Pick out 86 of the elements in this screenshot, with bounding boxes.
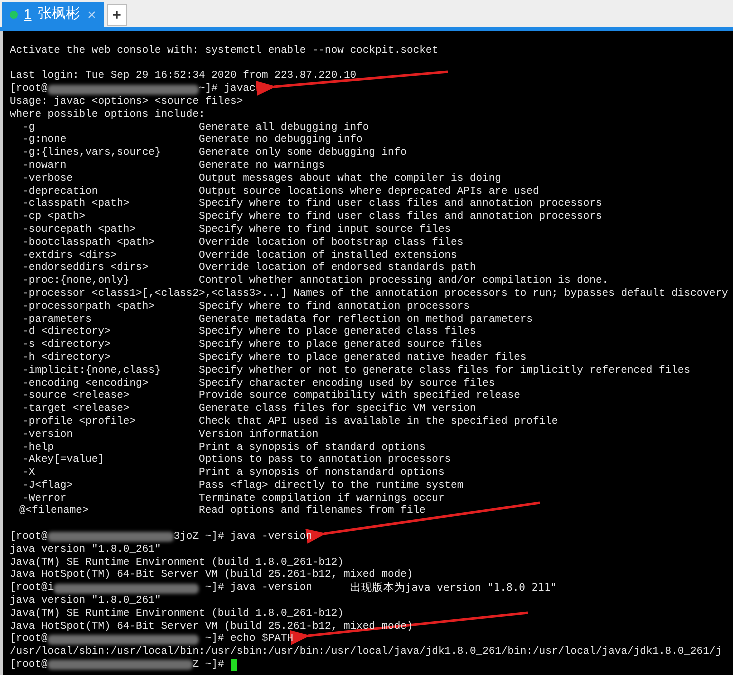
output-line: where possible options include: <box>10 108 206 122</box>
option-description: Generate metadata for reflection on method parameters <box>199 314 533 326</box>
option-description: Names of the annotation processors to run; bypasses default discovery <box>294 288 728 301</box>
option-name: -bootclasspath <path> <box>22 236 156 250</box>
session-tab[interactable]: 1 张枫彬 <box>2 2 104 27</box>
option-description: Read options and filenames from file <box>199 505 426 518</box>
option-description: Override location of endorsed standards path <box>199 262 476 275</box>
output-line: Java HotSpot(TM) 64-Bit Server VM (build 25.261-b12, mixed mode) <box>10 569 414 582</box>
option-description: Generate no debugging info <box>199 134 363 147</box>
option-description: Options to pass to annotation processors <box>199 454 452 467</box>
option-name: -encoding <encoding> <box>22 378 150 390</box>
output-line: Java(TM) SE Runtime Environment (build 1.8.0_261-b12) <box>10 556 344 569</box>
option-description: Specify whether or not to generate class files for implicitly referenced files <box>199 364 690 378</box>
option-description: Override location of installed extensions <box>199 250 458 262</box>
option-description: Print a synopsis of nonstandard options <box>199 467 445 480</box>
option-name: -parameters <box>22 314 93 326</box>
option-name: -nowarn <box>22 160 68 173</box>
prompt-user: [root@i <box>10 582 54 595</box>
option-description: Pass <flag> directly to the runtime system <box>199 480 464 493</box>
annotation-note: 出现版本为java version "1.8.0_211" <box>350 582 558 596</box>
option-description: Specify where to find annotation processors <box>199 300 470 314</box>
command-text: Z ~]# <box>192 659 226 672</box>
option-description: Generate class files for specific VM version <box>199 403 476 416</box>
option-name: -J<flag> <box>22 480 74 493</box>
option-name: @<filename> <box>19 505 90 518</box>
option-description: Specify where to place generated class files <box>199 326 476 339</box>
option-name: -X <box>22 467 36 480</box>
option-description: Control whether annotation processing and/or compilation is done. <box>199 275 609 288</box>
option-name: -target <release> <box>22 403 131 416</box>
output-line: Activate the web console with: systemctl enable --now cockpit.socket <box>10 44 438 58</box>
tab-label: 张枫彬 <box>38 5 80 24</box>
option-description: Provide source compatibility with specified release <box>199 390 520 403</box>
tab-number: 1 <box>24 5 32 24</box>
close-icon[interactable] <box>88 10 96 18</box>
option-description: Specify where to place generated native header files <box>199 352 527 365</box>
option-name: -classpath <path> <box>22 198 131 211</box>
output-line: /usr/local/sbin:/usr/local/bin:/usr/sbin:/usr/bin:/usr/local/java/jdk1.8.0_261/bin:/usr/local/java/jdk1.8.0_261/j <box>10 646 722 659</box>
option-description: Output messages about what the compiler is doing <box>199 172 502 186</box>
option-description: Generate only some debugging info <box>199 147 407 160</box>
option-name: -processorpath <path> <box>22 300 156 314</box>
option-name: -version <box>22 428 74 442</box>
option-name: -cp <path> <box>22 211 87 224</box>
output-line: Java(TM) SE Runtime Environment (build 1.8.0_261-b12) <box>10 608 344 621</box>
new-tab-button[interactable]: + <box>107 4 127 26</box>
prompt-user: [root@ <box>10 659 48 672</box>
prompt-user: [root@ <box>10 531 48 544</box>
option-name: -processor <class1>[,<class2>,<class3>...] <box>22 288 288 301</box>
option-description: Specify where to place generated source files <box>199 339 483 352</box>
prompt-user: [root@ <box>10 83 48 96</box>
command-text: ~]# java -version <box>204 582 312 596</box>
output-line: Usage: javac <options> <source files> <box>10 96 244 109</box>
option-name: -Akey[=value] <box>22 454 106 468</box>
option-description: Override location of bootstrap class files <box>199 236 464 250</box>
option-description: Specify where to find input source files <box>199 224 452 237</box>
option-name: -g:none <box>22 134 68 147</box>
output-line: java version "1.8.0_261" <box>10 595 162 608</box>
option-description: Version information <box>199 428 319 442</box>
option-name: -h <directory> <box>22 352 112 365</box>
option-name: -implicit:{none,class} <box>22 364 162 378</box>
option-description: Print a synopsis of standard options <box>199 442 426 454</box>
option-description: Output source locations where deprecated APIs are used <box>199 186 540 198</box>
option-name: -deprecation <box>22 186 100 198</box>
option-name: -g <box>22 122 36 134</box>
option-description: Terminate compilation if warnings occur <box>199 492 445 505</box>
output-line: Last login: Tue Sep 29 16:52:34 2020 from 223.87.220.10 <box>10 70 357 83</box>
option-name: -s <directory> <box>22 339 112 352</box>
option-description: Check that API used is available in the specified profile <box>199 416 558 429</box>
option-name: -help <box>22 442 56 454</box>
command-text: ~]# javac <box>199 83 256 96</box>
prompt-user: [root@ <box>10 633 48 646</box>
option-name: -proc:{none,only} <box>22 275 131 288</box>
option-name: -Werror <box>22 492 68 505</box>
option-description: Generate no warnings <box>199 160 326 173</box>
option-name: -verbose <box>22 172 74 186</box>
output-line: java version "1.8.0_261" <box>10 544 162 557</box>
option-name: -source <release> <box>22 390 131 403</box>
option-name: -profile <profile> <box>22 416 138 429</box>
option-name: -d <directory> <box>22 326 112 339</box>
option-description: Specify character encoding used by source files <box>199 378 496 390</box>
option-name: -extdirs <dirs> <box>22 250 118 262</box>
option-name: -g:{lines,vars,source} <box>22 147 162 160</box>
option-description: Specify where to find user class files and annotation processors <box>199 198 602 211</box>
option-description: Generate all debugging info <box>199 122 370 134</box>
option-description: Specify where to find user class files and annotation processors <box>199 211 602 224</box>
option-name: -endorseddirs <dirs> <box>22 262 150 275</box>
option-name: -sourcepath <path> <box>22 224 138 237</box>
